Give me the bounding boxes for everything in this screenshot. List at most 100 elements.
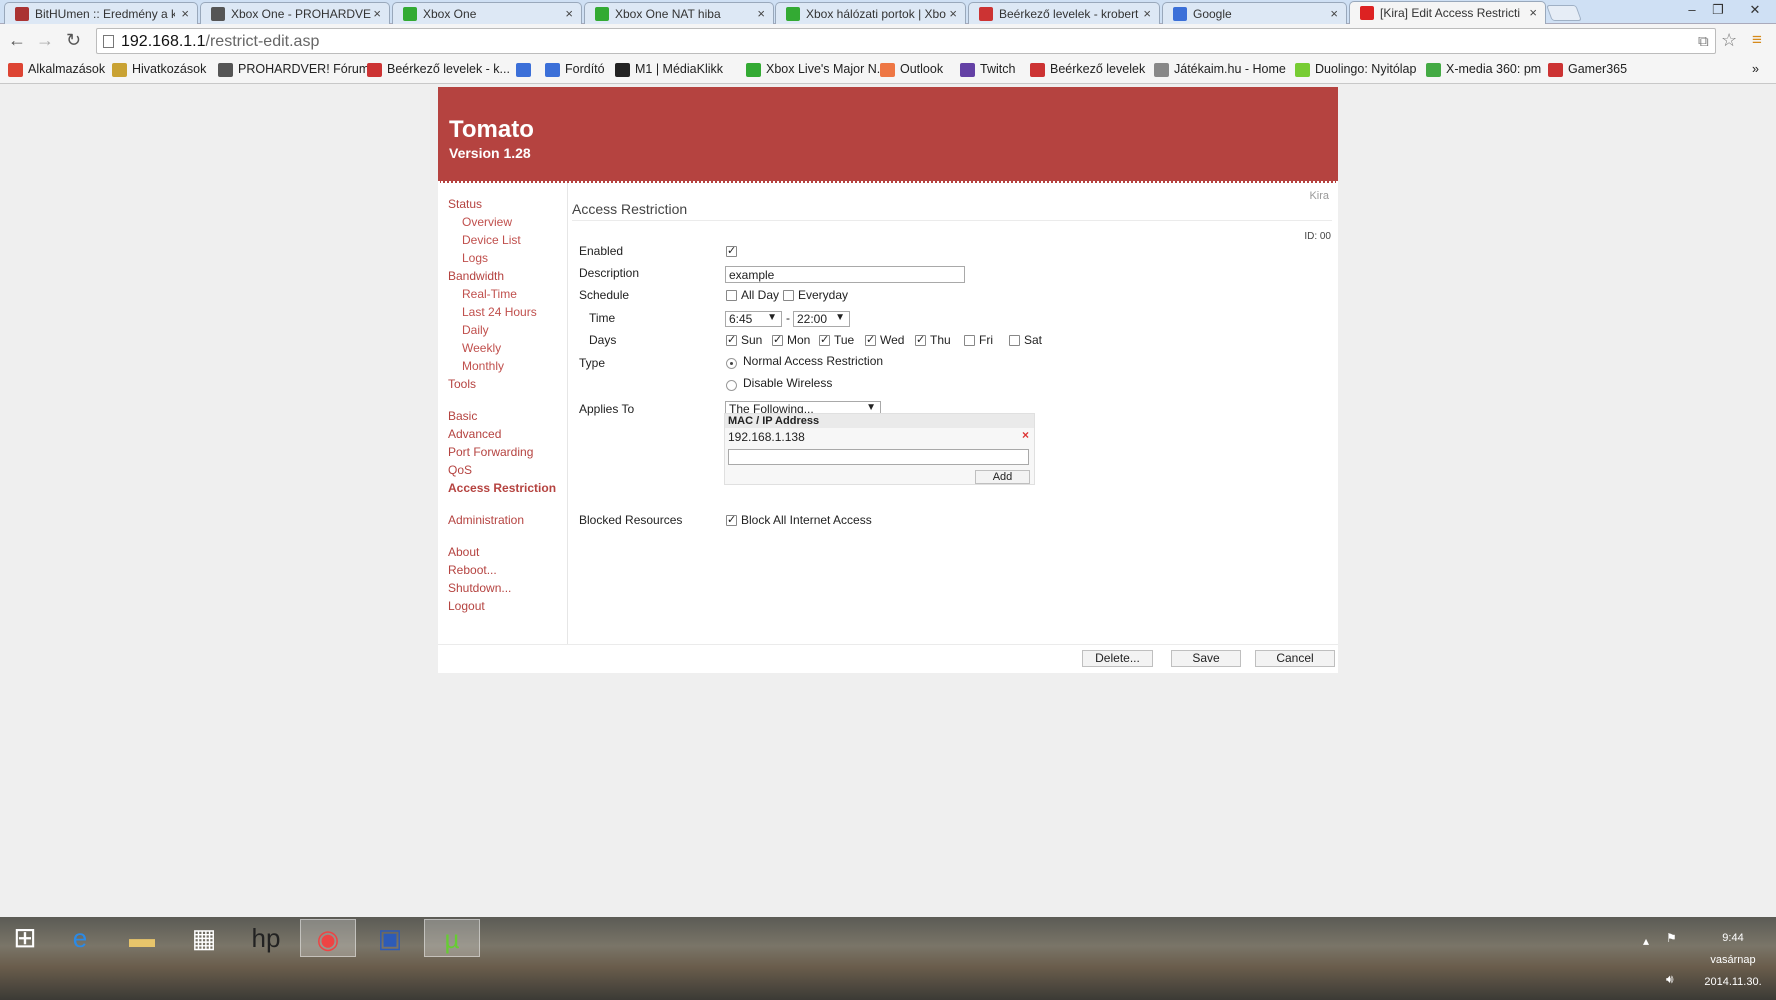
bookmark-item[interactable]: PROHARDVER! Fórum [218, 62, 369, 77]
file-explorer-icon[interactable]: ▬ [114, 919, 170, 957]
nav-item-bandwidth[interactable]: Bandwidth [448, 269, 504, 283]
bookmark-item[interactable]: Játékaim.hu - Home [1154, 62, 1286, 77]
bookmark-item[interactable]: Twitch [960, 62, 1015, 77]
browser-tab[interactable]: Xbox One NAT hiba × [584, 2, 774, 24]
day-sat-checkbox[interactable] [1009, 335, 1020, 346]
delete-button[interactable]: Delete... [1082, 650, 1153, 667]
action-center-flag-icon[interactable]: ⚑ [1666, 931, 1677, 945]
nav-item-overview[interactable]: Overview [462, 215, 512, 229]
nav-item-last-24-hours[interactable]: Last 24 Hours [462, 305, 537, 319]
minimize-window-icon[interactable]: – [1680, 0, 1704, 20]
nav-item-advanced[interactable]: Advanced [448, 427, 501, 441]
close-tab-icon[interactable]: × [1330, 6, 1338, 21]
nav-item-administration[interactable]: Administration [448, 513, 524, 527]
internet-explorer-icon[interactable]: e [52, 919, 108, 957]
browser-tab[interactable]: Xbox One × [392, 2, 582, 24]
nav-item-real-time[interactable]: Real-Time [462, 287, 517, 301]
nav-item-basic[interactable]: Basic [448, 409, 477, 423]
bookmarks-overflow-icon[interactable]: » [1752, 62, 1759, 76]
time-from-select[interactable]: 6:45 ▼ [725, 311, 782, 327]
new-mac-input[interactable] [728, 449, 1029, 465]
tray-overflow-icon[interactable]: ▴ [1643, 934, 1649, 948]
system-clock[interactable]: 9:44 vasárnap 2014.11.30. [1690, 927, 1776, 993]
type-normal-radio[interactable] [726, 358, 737, 369]
nav-item-daily[interactable]: Daily [462, 323, 489, 337]
browser-tab[interactable]: [Kira] Edit Access Restricti × [1349, 1, 1546, 24]
back-arrow-icon[interactable]: ← [8, 30, 26, 50]
description-input[interactable] [725, 266, 965, 283]
nav-item-logs[interactable]: Logs [462, 251, 488, 265]
close-tab-icon[interactable]: × [949, 6, 957, 21]
browser-tab-strip: BitHUmen :: Eredmény a k × Xbox One - PROH… [0, 0, 1776, 24]
type-wireless-radio[interactable] [726, 380, 737, 391]
bookmark-item[interactable]: Xbox Live's Major N... [746, 62, 887, 77]
day-mon-checkbox[interactable] [772, 333, 783, 346]
all-day-checkbox[interactable] [726, 290, 737, 301]
nav-item-device-list[interactable]: Device List [462, 233, 521, 247]
browser-tab[interactable]: Xbox hálózati portok | Xbo × [775, 2, 966, 24]
nav-item-about[interactable]: About [448, 545, 479, 559]
bookmark-item[interactable]: X-media 360: pm [1426, 62, 1541, 77]
save-button[interactable]: Save [1171, 650, 1241, 667]
day-wed-checkbox[interactable] [865, 333, 876, 346]
windows-start-icon[interactable]: ⊞ [2, 919, 48, 957]
restore-window-icon[interactable]: ❐ [1706, 0, 1730, 20]
utorrent-icon[interactable]: µ [424, 919, 480, 957]
day-thu-checkbox[interactable] [915, 333, 926, 346]
browser-tab[interactable]: BitHUmen :: Eredmény a k × [4, 2, 198, 24]
cancel-button[interactable]: Cancel [1255, 650, 1335, 667]
close-tab-icon[interactable]: × [1529, 5, 1537, 20]
browser-tab[interactable]: Beérkező levelek - krobert × [968, 2, 1160, 24]
browser-tab[interactable]: Google × [1162, 2, 1347, 24]
version-label: Version 1.28 [449, 145, 531, 161]
close-window-icon[interactable]: ✕ [1738, 0, 1772, 20]
nav-item-shutdown[interactable]: Shutdown... [448, 581, 511, 595]
browser-tab[interactable]: Xbox One - PROHARDVER! × [200, 2, 390, 24]
close-tab-icon[interactable]: × [757, 6, 765, 21]
bookmark-item[interactable]: Fordító [545, 62, 605, 77]
close-tab-icon[interactable]: × [181, 6, 189, 21]
nav-item-port-forwarding[interactable]: Port Forwarding [448, 445, 533, 459]
close-tab-icon[interactable]: × [373, 6, 381, 21]
nav-item-access-restriction[interactable]: Access Restriction [448, 481, 556, 495]
nav-item-weekly[interactable]: Weekly [462, 341, 501, 355]
close-tab-icon[interactable]: × [565, 6, 573, 21]
enabled-checkbox[interactable] [726, 244, 737, 257]
time-to-select[interactable]: 22:00 ▼ [793, 311, 850, 327]
translate-page-icon[interactable]: ⧉ [1698, 33, 1709, 50]
bookmark-star-icon[interactable]: ☆ [1721, 30, 1737, 51]
nav-item-monthly[interactable]: Monthly [462, 359, 504, 373]
address-bar[interactable]: 192.168.1.1/restrict-edit.asp [96, 28, 1716, 54]
nav-item-reboot[interactable]: Reboot... [448, 563, 497, 577]
bookmark-item[interactable]: Hivatkozások [112, 62, 206, 77]
close-tab-icon[interactable]: × [1143, 6, 1151, 21]
nav-item-tools[interactable]: Tools [448, 377, 476, 391]
day-tue-checkbox[interactable] [819, 333, 830, 346]
bookmark-item[interactable]: Beérkező levelek - k... [367, 62, 510, 77]
bookmark-item[interactable]: Alkalmazások [8, 62, 105, 77]
forward-arrow-icon[interactable]: → [36, 30, 54, 50]
store-icon[interactable]: ▦ [176, 919, 232, 957]
bookmark-item[interactable]: M1 | MédiaKlikk [615, 62, 723, 77]
nav-item-status[interactable]: Status [448, 197, 482, 211]
everyday-checkbox[interactable] [783, 290, 794, 301]
reload-icon[interactable]: ↻ [66, 30, 81, 50]
day-fri-checkbox[interactable] [964, 335, 975, 346]
nav-item-logout[interactable]: Logout [448, 599, 485, 613]
block-all-checkbox[interactable] [726, 513, 737, 526]
chrome-icon[interactable]: ◉ [300, 919, 356, 957]
chrome-menu-icon[interactable]: ≡ [1752, 30, 1762, 50]
day-sun-checkbox[interactable] [726, 333, 737, 346]
bookmark-item[interactable]: Outlook [880, 62, 943, 77]
bookmark-item[interactable]: Beérkező levelek [1030, 62, 1145, 77]
hp-icon[interactable]: hp [238, 919, 294, 957]
bookmark-item[interactable]: Gamer365 [1548, 62, 1627, 77]
add-mac-button[interactable]: Add [975, 470, 1030, 484]
new-tab-button[interactable] [1546, 5, 1582, 21]
nav-item-qos[interactable]: QoS [448, 463, 472, 477]
save-disk-icon[interactable]: ▣ [362, 919, 418, 957]
delete-row-icon[interactable]: × [1022, 428, 1029, 442]
bookmark-item[interactable]: Duolingo: Nyitólap [1295, 62, 1416, 77]
xbox-icon [595, 7, 609, 21]
volume-icon[interactable]: 🔊︎ [1666, 972, 1674, 987]
